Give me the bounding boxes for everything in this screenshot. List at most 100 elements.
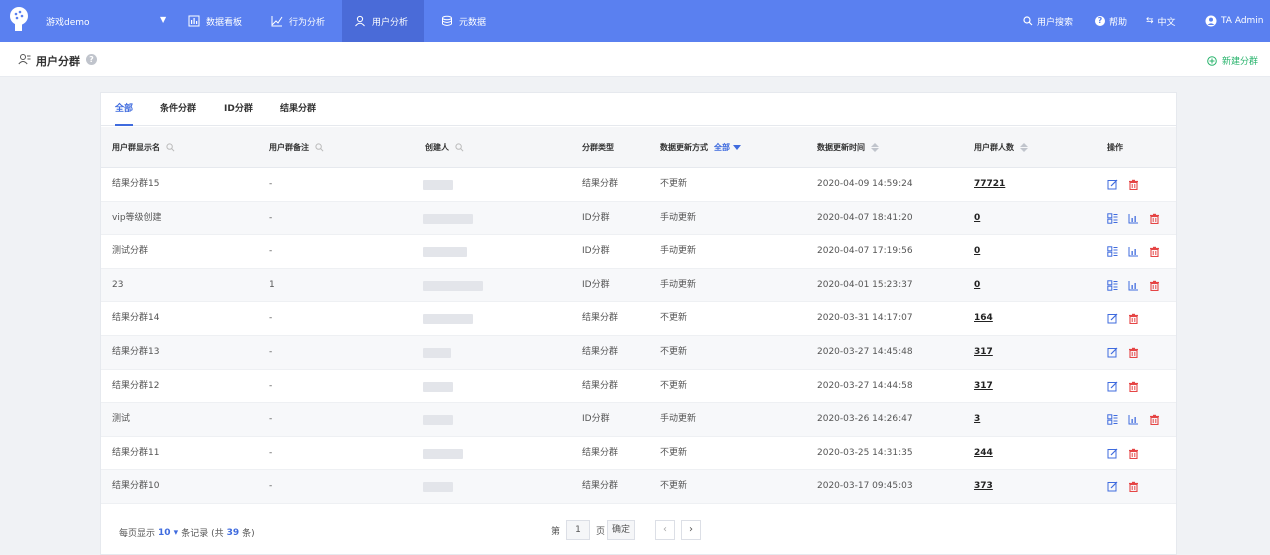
user-count-link[interactable]: 3 xyxy=(974,403,980,437)
segment-type: 结果分群 xyxy=(582,347,619,357)
table-row: 测试 - ID分群 手动更新 2020-03-26 14:26:47 3 xyxy=(101,403,1176,437)
user-count-link[interactable]: 317 xyxy=(974,336,993,370)
segment-name[interactable]: 23 xyxy=(112,269,123,303)
page-number-input[interactable]: 1 xyxy=(566,520,591,540)
delete-icon[interactable] xyxy=(1149,280,1160,291)
col-update-time[interactable]: 数据更新时间 xyxy=(817,127,879,168)
segment-name[interactable]: 测试分群 xyxy=(112,235,148,269)
table-row: 23 1 ID分群 手动更新 2020-04-01 15:23:37 0 xyxy=(101,268,1176,303)
user-count-link[interactable]: 317 xyxy=(974,370,993,404)
update-mode: 手动更新 xyxy=(660,246,697,257)
delete-icon[interactable] xyxy=(1149,414,1160,426)
delete-icon[interactable] xyxy=(1128,347,1139,359)
edit-icon[interactable] xyxy=(1107,381,1118,392)
edit-icon[interactable] xyxy=(1107,481,1118,492)
user-count-link[interactable]: 164 xyxy=(974,302,993,336)
col-update-mode: 数据更新方式 全部 xyxy=(660,127,741,168)
delete-icon[interactable] xyxy=(1149,213,1160,224)
language-switch[interactable]: ⇆ 中文 xyxy=(1146,0,1176,42)
tab-result[interactable]: 结果分群 xyxy=(280,93,316,126)
delete-icon[interactable] xyxy=(1149,246,1160,258)
edit-icon[interactable] xyxy=(1107,448,1118,459)
segment-name[interactable]: 结果分群10 xyxy=(112,470,159,504)
update-mode: 手动更新 xyxy=(660,212,697,223)
page-size-select[interactable]: 10 ▾ xyxy=(158,528,178,538)
delete-icon[interactable] xyxy=(1128,313,1139,325)
segment-type: 结果分群 xyxy=(582,380,619,391)
delete-icon[interactable] xyxy=(1128,179,1139,191)
tab-condition[interactable]: 条件分群 xyxy=(160,93,196,126)
user-count-link[interactable]: 373 xyxy=(974,470,993,504)
edit-icon[interactable] xyxy=(1107,313,1118,324)
top-nav: 游戏demo ▼ 数据看板 行为分析 用户分析 元数据 用户搜索 ? 帮助 ⇆ … xyxy=(0,0,1270,42)
edit-icon[interactable] xyxy=(1107,347,1118,358)
segment-remark: - xyxy=(269,380,273,391)
new-segment-button[interactable]: 新建分群 xyxy=(1207,54,1258,67)
delete-icon[interactable] xyxy=(1128,448,1139,459)
update-mode: 手动更新 xyxy=(660,279,697,290)
user-count-link[interactable]: 0 xyxy=(974,269,980,303)
user-count-link[interactable]: 0 xyxy=(974,235,980,269)
table-footer: 每页显示 10 ▾ 条记录 (共 39 条) 第 1 页 确定 ‹ › xyxy=(101,513,1176,553)
segment-name[interactable]: 结果分群15 xyxy=(112,168,159,202)
creator-redacted xyxy=(423,381,453,392)
row-actions xyxy=(1107,179,1139,191)
detail-list-icon[interactable] xyxy=(1107,246,1118,257)
segment-name[interactable]: 结果分群11 xyxy=(112,437,159,471)
chart-icon[interactable] xyxy=(1128,246,1139,257)
caret-down-icon[interactable]: ▼ xyxy=(160,15,166,24)
delete-icon[interactable] xyxy=(1128,481,1139,493)
database-icon xyxy=(442,15,452,26)
help-link[interactable]: ? 帮助 xyxy=(1095,0,1127,42)
segment-name[interactable]: vip等级创建 xyxy=(112,202,162,236)
segment-name[interactable]: 结果分群14 xyxy=(112,302,159,336)
creator-redacted xyxy=(423,213,473,224)
update-time: 2020-04-07 18:41:20 xyxy=(817,212,913,223)
chart-icon[interactable] xyxy=(1128,280,1139,291)
segment-name[interactable]: 结果分群13 xyxy=(112,336,159,370)
project-selector[interactable]: 游戏demo xyxy=(46,15,90,28)
confirm-page-button[interactable]: 确定 xyxy=(607,520,636,540)
chart-icon[interactable] xyxy=(1128,213,1139,224)
detail-list-icon[interactable] xyxy=(1107,414,1118,425)
user-count-link[interactable]: 244 xyxy=(974,437,993,471)
creator-redacted xyxy=(423,415,453,426)
sort-icon[interactable] xyxy=(871,143,879,152)
prev-page-button[interactable]: ‹ xyxy=(655,520,676,540)
nav-item-user-analysis[interactable]: 用户分析 xyxy=(342,0,424,42)
creator-redacted xyxy=(423,348,451,358)
search-icon[interactable] xyxy=(455,143,464,152)
col-remark: 用户群备注 xyxy=(269,127,324,168)
segment-name[interactable]: 结果分群12 xyxy=(112,370,159,404)
segment-name[interactable]: 测试 xyxy=(112,403,130,437)
user-count-link[interactable]: 77721 xyxy=(974,168,1005,202)
sort-icon[interactable] xyxy=(1020,143,1028,152)
help-icon[interactable]: ? xyxy=(86,54,97,65)
chart-icon[interactable] xyxy=(1128,414,1139,425)
next-page-button[interactable]: › xyxy=(681,520,702,540)
search-icon[interactable] xyxy=(315,143,324,152)
logo-icon[interactable] xyxy=(6,5,32,35)
detail-list-icon[interactable] xyxy=(1107,212,1118,224)
row-actions xyxy=(1107,313,1139,325)
nav-item-dashboard[interactable]: 数据看板 xyxy=(188,0,242,42)
update-mode: 手动更新 xyxy=(660,414,697,425)
update-mode-filter[interactable]: 全部 xyxy=(714,127,741,168)
tab-id[interactable]: ID分群 xyxy=(224,93,253,126)
search-icon[interactable] xyxy=(166,143,175,152)
segment-type: 结果分群 xyxy=(582,313,619,324)
col-count[interactable]: 用户群人数 xyxy=(974,127,1028,168)
nav-item-behavior[interactable]: 行为分析 xyxy=(271,0,325,42)
account-menu[interactable]: TA Admin xyxy=(1205,0,1264,42)
user-search-link[interactable]: 用户搜索 xyxy=(1023,0,1073,42)
edit-icon[interactable] xyxy=(1107,179,1118,190)
creator-redacted xyxy=(423,247,467,258)
dashboard-icon xyxy=(188,15,200,27)
language-icon: ⇆ xyxy=(1146,16,1154,26)
nav-item-metadata[interactable]: 元数据 xyxy=(441,0,486,42)
user-count-link[interactable]: 0 xyxy=(974,202,980,236)
segment-type: ID分群 xyxy=(582,414,610,425)
tab-all[interactable]: 全部 xyxy=(115,93,134,126)
delete-icon[interactable] xyxy=(1128,381,1139,392)
detail-list-icon[interactable] xyxy=(1107,280,1118,291)
